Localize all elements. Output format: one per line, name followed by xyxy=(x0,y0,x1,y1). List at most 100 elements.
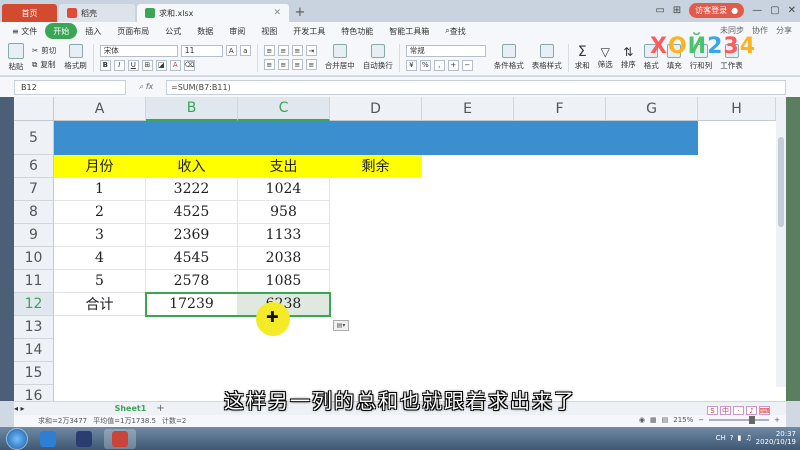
table-cell[interactable]: 1133 xyxy=(238,224,330,247)
header-cell-income[interactable]: 收入 xyxy=(146,155,238,178)
zoom-slider[interactable] xyxy=(709,416,770,424)
table-cell[interactable]: 1024 xyxy=(238,178,330,201)
tab-home[interactable]: 首页 xyxy=(2,4,57,22)
column-header-a[interactable]: A xyxy=(54,97,146,121)
column-header-c[interactable]: C xyxy=(238,97,330,121)
table-cell[interactable]: 5 xyxy=(54,270,146,293)
wrap-text-button[interactable]: 自动换行 xyxy=(359,41,397,75)
table-cell[interactable]: 2038 xyxy=(238,247,330,270)
conditional-format-button[interactable]: 条件格式 xyxy=(490,41,528,75)
row-header-11[interactable]: 11 xyxy=(14,270,54,293)
add-tab-button[interactable]: + xyxy=(291,5,309,20)
table-cell[interactable]: 4525 xyxy=(146,201,238,224)
align-left-icon[interactable]: ≡ xyxy=(263,59,275,70)
zoom-in-icon[interactable]: + xyxy=(774,416,780,424)
select-all-corner[interactable] xyxy=(14,97,54,121)
menu-review[interactable]: 审阅 xyxy=(221,23,253,39)
table-cell[interactable]: 1085 xyxy=(238,270,330,293)
row-header-13[interactable]: 13 xyxy=(14,316,54,339)
zoom-out-icon[interactable]: − xyxy=(698,416,704,424)
table-style-button[interactable]: 表格样式 xyxy=(528,41,566,75)
bold-icon[interactable]: B xyxy=(99,59,111,71)
total-label-cell[interactable]: 合计 xyxy=(54,293,146,316)
window-layout-icon[interactable]: ▭ xyxy=(655,5,664,16)
menu-features[interactable]: 特色功能 xyxy=(333,23,381,39)
normal-view-icon[interactable]: ▦ xyxy=(650,416,657,424)
row-header-5[interactable]: 5 xyxy=(14,121,54,155)
align-top-icon[interactable]: ≡ xyxy=(263,45,275,56)
sum-button[interactable]: Σ 求和 xyxy=(571,41,594,75)
format-painter-button[interactable]: 格式刷 xyxy=(60,41,91,75)
vertical-scrollbar[interactable] xyxy=(776,97,786,387)
italic-icon[interactable]: I xyxy=(113,59,125,71)
align-middle-icon[interactable]: ≡ xyxy=(277,45,289,56)
page-view-icon[interactable]: ▤ xyxy=(662,416,669,424)
maximize-icon[interactable]: ▢ xyxy=(770,5,779,16)
menu-page-layout[interactable]: 页面布局 xyxy=(109,23,157,39)
formula-input[interactable]: =SUM(B7:B11) xyxy=(166,79,786,95)
header-cell-month[interactable]: 月份 xyxy=(54,155,146,178)
minimize-icon[interactable]: — xyxy=(752,5,762,16)
row-header-8[interactable]: 8 xyxy=(14,201,54,224)
login-button[interactable]: 访客登录 ● xyxy=(689,3,745,18)
indent-icon[interactable]: ⇥ xyxy=(305,45,317,56)
network-icon[interactable]: ▮ xyxy=(738,434,742,442)
menu-toolbox[interactable]: 智能工具箱 xyxy=(381,23,437,39)
table-cell[interactable]: 3222 xyxy=(146,178,238,201)
align-right-icon[interactable]: ≡ xyxy=(291,59,303,70)
table-cell[interactable]: 2578 xyxy=(146,270,238,293)
sort-button[interactable]: ⇅ 排序 xyxy=(617,41,640,75)
clear-format-icon[interactable]: ⌫ xyxy=(183,59,195,71)
cut-button[interactable]: ✂ 剪切 xyxy=(32,45,56,56)
menu-start[interactable]: 开始 xyxy=(45,23,78,39)
menu-developer[interactable]: 开发工具 xyxy=(285,23,333,39)
increase-decimal-icon[interactable]: + xyxy=(447,59,459,71)
currency-icon[interactable]: ¥ xyxy=(405,59,417,71)
fx-icon[interactable]: ⌕ fx xyxy=(126,82,166,92)
merge-center-button[interactable]: 合并居中 xyxy=(321,41,359,75)
menu-formula[interactable]: 公式 xyxy=(157,23,189,39)
eye-icon[interactable]: ◉ xyxy=(639,416,645,424)
font-color-icon[interactable]: A xyxy=(169,59,181,71)
close-tab-icon[interactable]: ✕ xyxy=(273,8,281,18)
border-icon[interactable]: ⊞ xyxy=(141,59,153,71)
column-header-b[interactable]: B xyxy=(146,97,238,121)
row-header-7[interactable]: 7 xyxy=(14,178,54,201)
font-name-select[interactable]: 宋体 xyxy=(99,44,178,57)
table-cell[interactable]: 958 xyxy=(238,201,330,224)
taskbar-app-media[interactable] xyxy=(68,429,100,449)
underline-icon[interactable]: U xyxy=(127,59,139,71)
percent-icon[interactable]: % xyxy=(419,59,431,71)
help-icon[interactable]: ? xyxy=(730,434,734,442)
decrease-decimal-icon[interactable]: − xyxy=(461,59,473,71)
table-cell[interactable]: 3 xyxy=(54,224,146,247)
row-header-6[interactable]: 6 xyxy=(14,155,54,178)
close-window-icon[interactable]: ✕ xyxy=(788,5,796,16)
taskbar-app-wps[interactable] xyxy=(104,428,136,449)
thousands-icon[interactable]: , xyxy=(433,59,445,71)
name-box[interactable]: B12 xyxy=(14,79,126,95)
table-cell[interactable]: 4545 xyxy=(146,247,238,270)
row-header-15[interactable]: 15 xyxy=(14,362,54,385)
header-cell-expense[interactable]: 支出 xyxy=(238,155,330,178)
align-center-icon[interactable]: ≡ xyxy=(277,59,289,70)
taskbar-app-sogou[interactable] xyxy=(32,429,64,449)
table-cell[interactable]: 1 xyxy=(54,178,146,201)
row-header-12[interactable]: 12 xyxy=(14,293,54,316)
scroll-thumb[interactable] xyxy=(778,137,784,227)
start-button[interactable] xyxy=(6,427,28,450)
align-bottom-icon[interactable]: ≡ xyxy=(291,45,303,56)
tab-file[interactable]: 求和.xlsx ✕ xyxy=(137,4,289,22)
paste-button[interactable]: 粘贴 xyxy=(4,41,28,75)
menu-data[interactable]: 数据 xyxy=(189,23,221,39)
font-size-select[interactable]: 11 xyxy=(180,44,223,57)
menu-insert[interactable]: 插入 xyxy=(77,23,109,39)
grow-font-icon[interactable]: A xyxy=(225,45,237,56)
tab-docer[interactable]: 稻壳 xyxy=(59,4,135,22)
zoom-level[interactable]: 215% xyxy=(673,416,693,424)
menu-search[interactable]: ⌕ 查找 xyxy=(437,23,473,39)
shrink-font-icon[interactable]: a xyxy=(239,45,251,56)
table-cell[interactable]: 2 xyxy=(54,201,146,224)
column-header-g[interactable]: G xyxy=(606,97,698,121)
table-cell[interactable]: 4 xyxy=(54,247,146,270)
